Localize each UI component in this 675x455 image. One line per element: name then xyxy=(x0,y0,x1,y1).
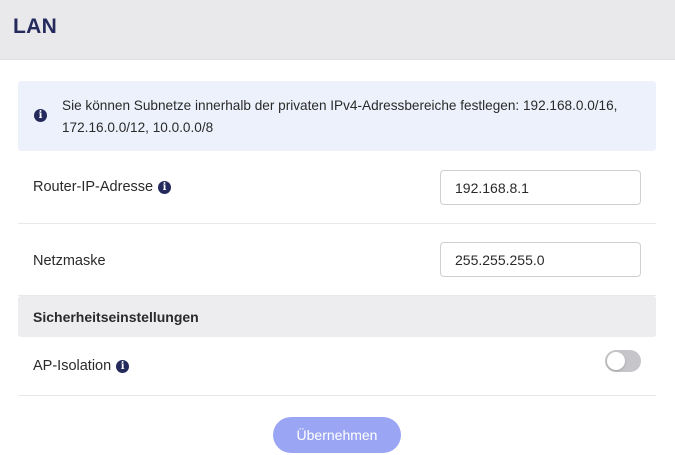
page-header: LAN xyxy=(0,0,675,60)
security-section-title: Sicherheitseinstellungen xyxy=(33,309,199,325)
info-notice: i Sie können Subnetze innerhalb der priv… xyxy=(18,81,656,151)
ap-isolation-row: AP-Isolation i xyxy=(18,337,656,396)
apply-button[interactable]: Übernehmen xyxy=(273,417,401,453)
router-ip-row: Router-IP-Adresse i xyxy=(18,151,656,224)
netmask-label-group: Netzmaske xyxy=(33,253,106,269)
info-circle-icon[interactable]: i xyxy=(116,359,130,373)
security-section-header: Sicherheitseinstellungen xyxy=(18,296,656,337)
info-notice-text: Sie können Subnetze innerhalb der privat… xyxy=(62,98,618,135)
netmask-input[interactable] xyxy=(440,242,641,277)
router-ip-input[interactable] xyxy=(440,170,641,205)
ap-isolation-label: AP-Isolation xyxy=(33,358,112,374)
page-title: LAN xyxy=(13,15,58,38)
ap-isolation-label-group: AP-Isolation i xyxy=(33,358,130,374)
ap-isolation-toggle[interactable] xyxy=(605,350,641,372)
router-ip-label: Router-IP-Adresse xyxy=(33,179,154,195)
info-circle-icon: i xyxy=(34,109,47,122)
info-circle-icon[interactable]: i xyxy=(158,180,172,194)
netmask-row: Netzmaske xyxy=(18,224,656,296)
netmask-label: Netzmaske xyxy=(33,253,106,269)
router-ip-label-group: Router-IP-Adresse i xyxy=(33,179,172,195)
toggle-knob xyxy=(607,352,625,370)
